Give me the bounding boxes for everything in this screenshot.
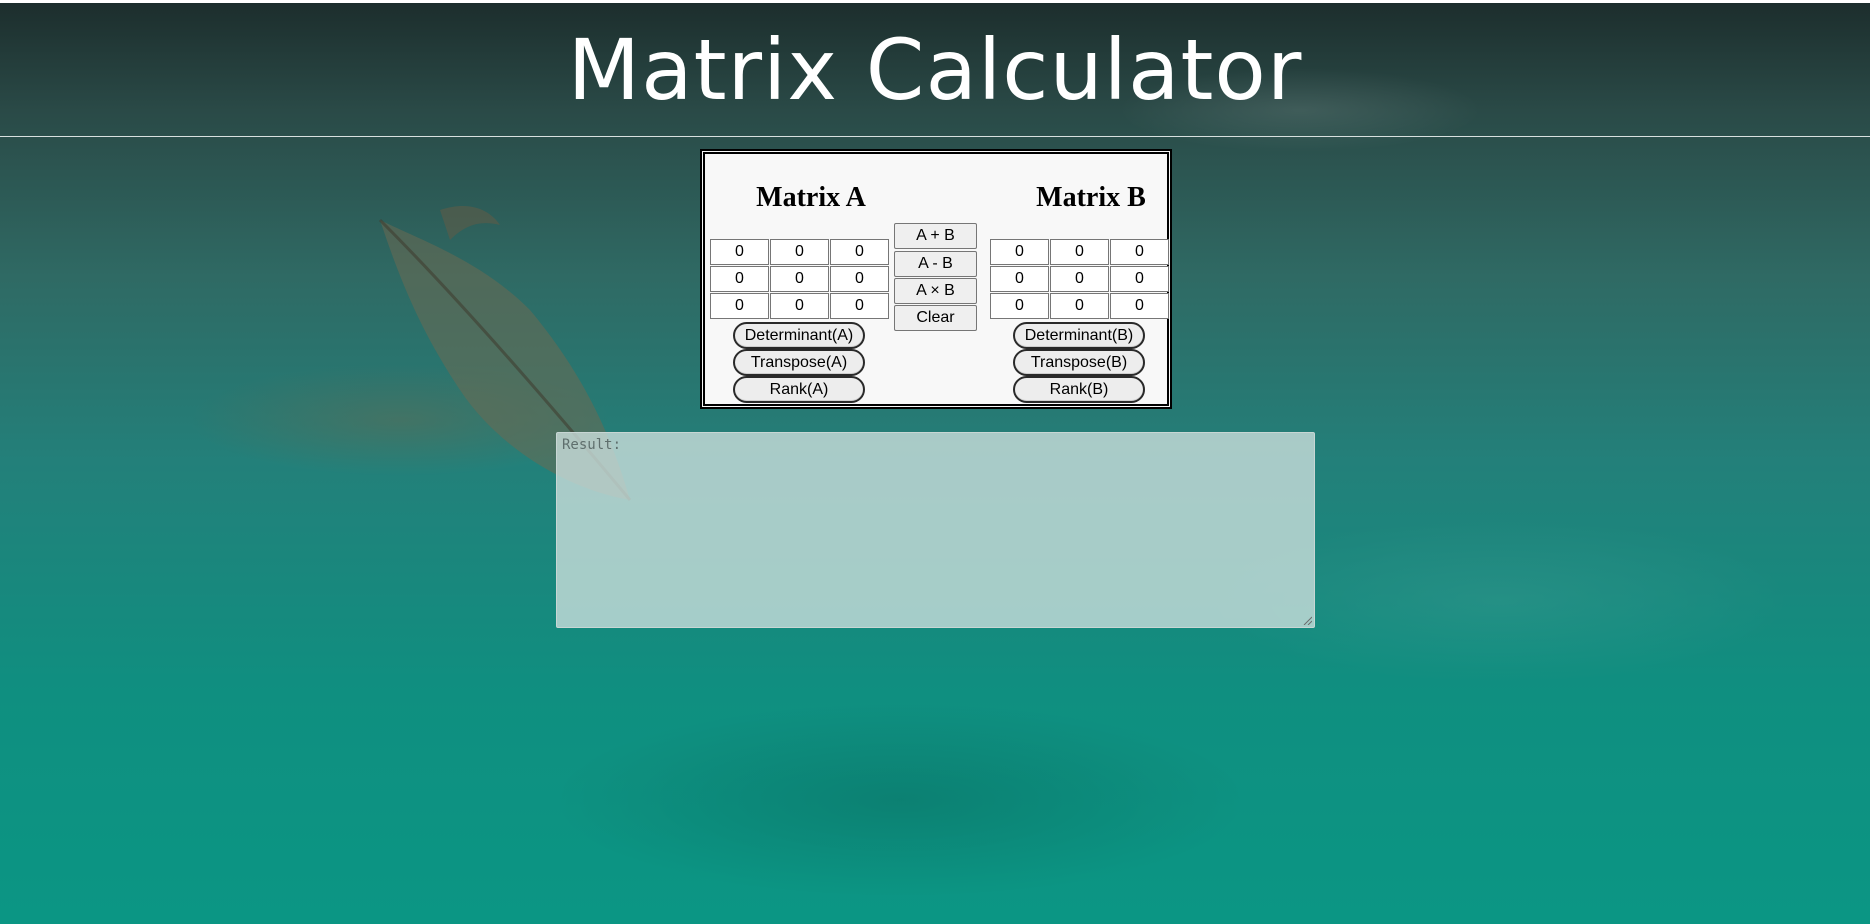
result-placeholder: Result: (562, 437, 622, 453)
matrix-b-cell-2-1[interactable] (990, 266, 1049, 292)
add-button[interactable]: A + B (894, 223, 977, 249)
matrix-b-cell-3-2[interactable] (1050, 293, 1109, 319)
matrix-a-cell-1-3[interactable] (830, 239, 889, 265)
rank-a-button[interactable]: Rank(A) (733, 376, 865, 403)
matrix-b-cell-2-3[interactable] (1110, 266, 1169, 292)
matrix-a-cell-3-1[interactable] (710, 293, 769, 319)
subtract-button[interactable]: A - B (894, 251, 977, 277)
resize-grip-icon[interactable] (1302, 615, 1312, 625)
matrix-b-cell-2-2[interactable] (1050, 266, 1109, 292)
matrix-a-cell-3-3[interactable] (830, 293, 889, 319)
rank-b-button[interactable]: Rank(B) (1013, 376, 1145, 403)
matrix-a-cell-1-2[interactable] (770, 239, 829, 265)
transpose-b-button[interactable]: Transpose(B) (1013, 349, 1145, 376)
transpose-a-button[interactable]: Transpose(A) (733, 349, 865, 376)
matrix-a-cell-2-1[interactable] (710, 266, 769, 292)
determinant-b-button[interactable]: Determinant(B) (1013, 322, 1145, 349)
result-textarea[interactable]: Result: (556, 432, 1315, 628)
determinant-a-button[interactable]: Determinant(A) (733, 322, 865, 349)
matrix-b-cell-1-2[interactable] (1050, 239, 1109, 265)
matrix-a-title: Matrix A (756, 182, 866, 213)
matrix-b-cell-3-1[interactable] (990, 293, 1049, 319)
page-title: Matrix Calculator (567, 21, 1303, 119)
matrix-b-cell-3-3[interactable] (1110, 293, 1169, 319)
matrix-b-cell-1-1[interactable] (990, 239, 1049, 265)
clear-button[interactable]: Clear (894, 305, 977, 331)
matrix-a-cell-3-2[interactable] (770, 293, 829, 319)
matrix-a-cell-1-1[interactable] (710, 239, 769, 265)
matrix-b-cell-1-3[interactable] (1110, 239, 1169, 265)
multiply-button[interactable]: A × B (894, 278, 977, 304)
matrix-a-cell-2-2[interactable] (770, 266, 829, 292)
matrix-panel: Matrix A Determinant(A) Transpose(A) Ran… (700, 149, 1172, 409)
matrix-b-title: Matrix B (1036, 182, 1146, 213)
matrix-a-cell-2-3[interactable] (830, 266, 889, 292)
page-header: Matrix Calculator (0, 3, 1870, 137)
